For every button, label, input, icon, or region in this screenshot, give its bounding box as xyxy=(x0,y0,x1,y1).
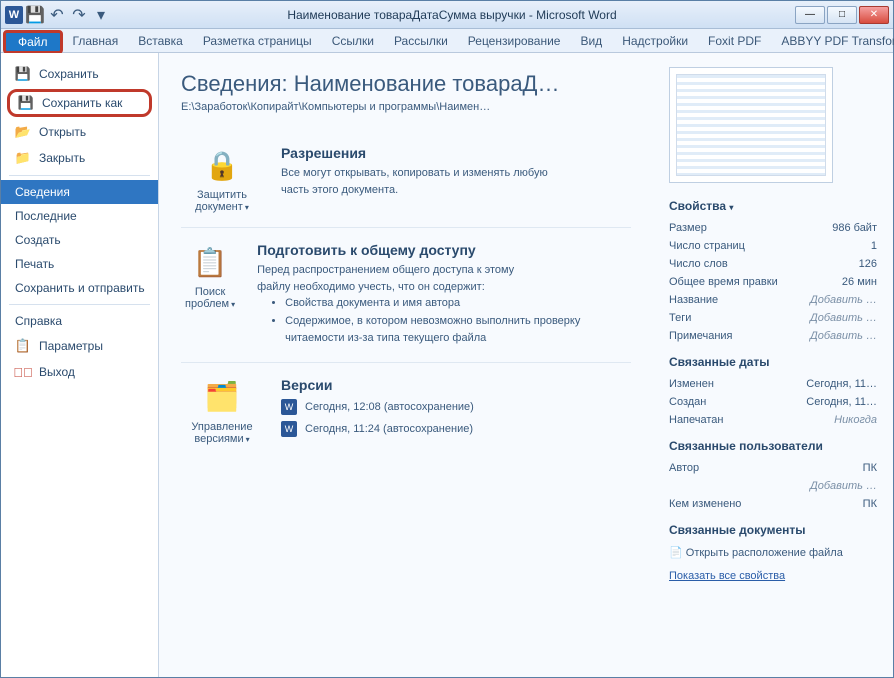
chevron-down-icon: ▾ xyxy=(231,300,235,309)
open-icon: 📂 xyxy=(15,124,31,140)
open-file-location[interactable]: 📄 Открыть расположение файла xyxy=(669,543,877,562)
tab-layout[interactable]: Разметка страницы xyxy=(193,30,322,52)
sidebar-item-info[interactable]: Сведения xyxy=(1,180,158,204)
version-row[interactable]: WСегодня, 11:24 (автосохранение) xyxy=(281,421,474,437)
version-row[interactable]: WСегодня, 12:08 (автосохранение) xyxy=(281,399,474,415)
document-path: E:\Заработок\Копирайт\Компьютеры и прогр… xyxy=(181,101,631,113)
tab-mailings[interactable]: Рассылки xyxy=(384,30,458,52)
tab-home[interactable]: Главная xyxy=(63,30,129,52)
maximize-button[interactable]: □ xyxy=(827,6,857,24)
save-icon[interactable]: 💾 xyxy=(27,7,43,23)
show-all-properties-link[interactable]: Показать все свойства xyxy=(669,570,785,582)
manage-versions-button[interactable]: 🗂️ Управление версиями▾ xyxy=(181,377,263,445)
sidebar-item-save[interactable]: 💾Сохранить xyxy=(1,61,158,87)
tab-file[interactable]: Файл xyxy=(3,30,63,54)
quick-access-toolbar: 💾 ↶ ↷ ▾ xyxy=(27,7,109,23)
info-heading: Сведения: Наименование товараД… xyxy=(181,71,631,97)
sidebar-item-help[interactable]: Справка xyxy=(1,309,158,333)
prop-modified-by: Кем измененоПК xyxy=(669,495,877,513)
exit-icon: �⃞ xyxy=(15,364,31,380)
prepare-bullet: Содержимое, в котором невозможно выполни… xyxy=(285,313,631,348)
options-icon: 📋 xyxy=(15,338,31,354)
inspect-icon: 📋 xyxy=(186,242,234,282)
chevron-down-icon: ▾ xyxy=(245,203,249,212)
sidebar-item-print[interactable]: Печать xyxy=(1,252,158,276)
permissions-title: Разрешения xyxy=(281,145,561,161)
close-button[interactable]: ✕ xyxy=(859,6,889,24)
sidebar-item-options[interactable]: 📋Параметры xyxy=(1,333,158,359)
prop-created: СозданСегодня, 11… xyxy=(669,393,877,411)
sidebar-item-share[interactable]: Сохранить и отправить xyxy=(1,276,158,300)
save-icon: 💾 xyxy=(15,66,31,82)
versions-section: 🗂️ Управление версиями▾ Версии WСегодня,… xyxy=(181,363,631,459)
prop-words: Число слов126 xyxy=(669,255,877,273)
prepare-bullet: Свойства документа и имя автора xyxy=(285,295,631,313)
tab-view[interactable]: Вид xyxy=(570,30,612,52)
tab-addins[interactable]: Надстройки xyxy=(612,30,698,52)
info-panel: Сведения: Наименование товараД… E:\Зараб… xyxy=(159,53,653,677)
lock-icon: 🔒 xyxy=(198,145,246,185)
qat-menu-icon[interactable]: ▾ xyxy=(93,7,109,23)
prop-size: Размер986 байт xyxy=(669,219,877,237)
sidebar-item-exit[interactable]: �⃞Выход xyxy=(1,359,158,385)
app-icon: W xyxy=(5,6,23,24)
sidebar-item-close[interactable]: 📁Закрыть xyxy=(1,145,158,171)
window-controls: — □ ✕ xyxy=(795,6,889,24)
prop-add-author[interactable]: Добавить … xyxy=(669,477,877,495)
prop-author: АвторПК xyxy=(669,459,877,477)
prop-modified: ИзмененСегодня, 11… xyxy=(669,375,877,393)
tab-references[interactable]: Ссылки xyxy=(322,30,384,52)
undo-icon[interactable]: ↶ xyxy=(49,7,65,23)
sidebar-item-saveas[interactable]: 💾Сохранить как xyxy=(7,89,152,117)
redo-icon[interactable]: ↷ xyxy=(71,7,87,23)
backstage-sidebar: 💾Сохранить 💾Сохранить как 📂Открыть 📁Закр… xyxy=(1,53,159,677)
minimize-button[interactable]: — xyxy=(795,6,825,24)
permissions-text: Все могут открывать, копировать и изменя… xyxy=(281,165,561,198)
prop-title[interactable]: НазваниеДобавить … xyxy=(669,291,877,309)
prop-pages: Число страниц1 xyxy=(669,237,877,255)
prepare-title: Подготовить к общему доступу xyxy=(257,242,631,258)
prop-printed: НапечатанНикогда xyxy=(669,411,877,429)
chevron-down-icon: ▾ xyxy=(729,203,733,212)
permissions-section: 🔒 Защитить документ▾ Разрешения Все могу… xyxy=(181,131,631,228)
sidebar-item-new[interactable]: Создать xyxy=(1,228,158,252)
related-users-heading: Связанные пользователи xyxy=(669,439,877,453)
word-doc-icon: W xyxy=(281,399,297,415)
prepare-text: Перед распространением общего доступа к … xyxy=(257,262,537,295)
related-docs-heading: Связанные документы xyxy=(669,523,877,537)
saveas-icon: 💾 xyxy=(18,95,34,111)
versions-icon: 🗂️ xyxy=(198,377,246,417)
tab-insert[interactable]: Вставка xyxy=(128,30,193,52)
related-dates-heading: Связанные даты xyxy=(669,355,877,369)
check-issues-button[interactable]: 📋 Поиск проблем▾ xyxy=(181,242,239,348)
chevron-down-icon: ▾ xyxy=(246,435,250,444)
tab-foxit[interactable]: Foxit PDF xyxy=(698,30,771,52)
properties-heading[interactable]: Свойства ▾ xyxy=(669,199,877,213)
protect-document-button[interactable]: 🔒 Защитить документ▾ xyxy=(181,145,263,213)
prop-edit-time: Общее время правки26 мин xyxy=(669,273,877,291)
prop-notes[interactable]: ПримечанияДобавить … xyxy=(669,327,877,345)
separator xyxy=(9,304,150,305)
prepare-section: 📋 Поиск проблем▾ Подготовить к общему до… xyxy=(181,228,631,363)
window-title: Наименование товараДатаСумма выручки - M… xyxy=(109,8,795,22)
prop-tags[interactable]: ТегиДобавить … xyxy=(669,309,877,327)
versions-title: Версии xyxy=(281,377,474,393)
separator xyxy=(9,175,150,176)
properties-panel: Свойства ▾ Размер986 байт Число страниц1… xyxy=(653,53,893,677)
tab-abbyy[interactable]: ABBYY PDF Transformer+ xyxy=(771,30,894,52)
tab-review[interactable]: Рецензирование xyxy=(458,30,571,52)
document-thumbnail[interactable] xyxy=(669,67,833,183)
sidebar-item-open[interactable]: 📂Открыть xyxy=(1,119,158,145)
backstage: 💾Сохранить 💾Сохранить как 📂Открыть 📁Закр… xyxy=(1,53,893,677)
title-bar: W 💾 ↶ ↷ ▾ Наименование товараДатаСумма в… xyxy=(1,1,893,29)
close-folder-icon: 📁 xyxy=(15,150,31,166)
word-doc-icon: W xyxy=(281,421,297,437)
ribbon-tabs: Файл Главная Вставка Разметка страницы С… xyxy=(1,29,893,53)
sidebar-item-recent[interactable]: Последние xyxy=(1,204,158,228)
backstage-main: Сведения: Наименование товараД… E:\Зараб… xyxy=(159,53,893,677)
